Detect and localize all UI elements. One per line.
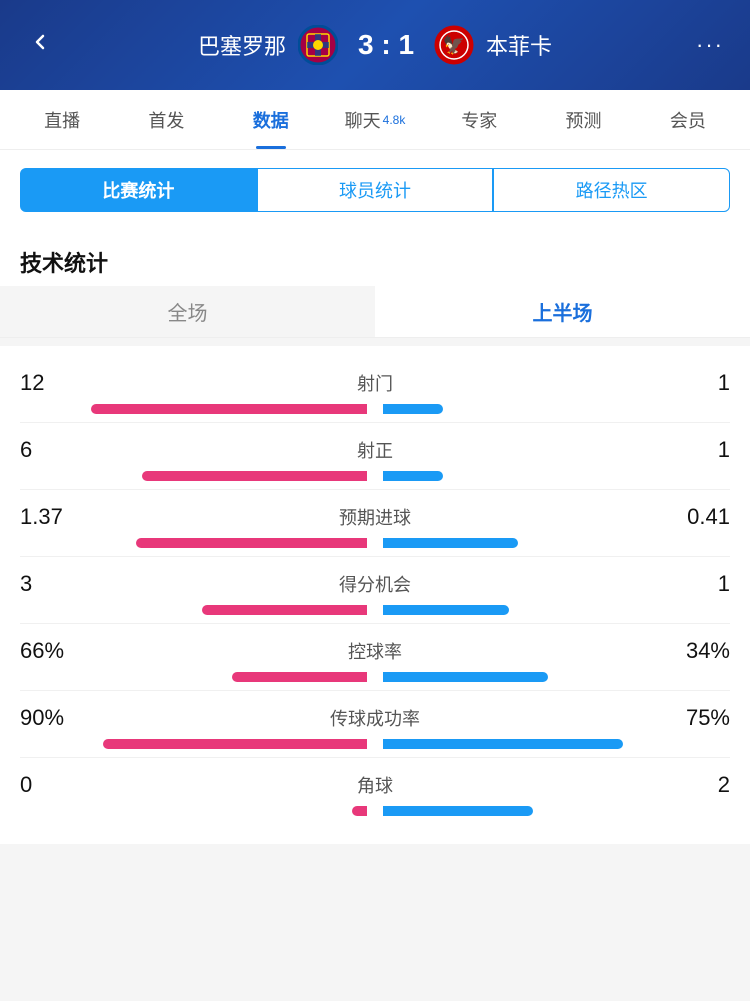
stat-left-value: 3 [20,571,80,597]
header: 巴塞罗那 3 : 1 🦅 本菲卡 ··· [0,0,750,90]
bar-left [232,672,367,682]
period-tab-first-half[interactable]: 上半场 [375,286,750,337]
stat-bars [20,672,730,682]
tab-live[interactable]: 直播 [10,90,114,149]
bar-right-wrap [383,739,730,749]
sub-tab-heatmap[interactable]: 路径热区 [493,168,730,212]
stat-right-value: 1 [670,571,730,597]
tab-expert[interactable]: 专家 [427,90,531,149]
tab-predict[interactable]: 预测 [531,90,635,149]
match-score: 3 : 1 [358,29,414,61]
stats-container: 12 射门 1 6 射正 1 [0,346,750,844]
bar-left [91,404,367,414]
bar-left-wrap [20,538,367,548]
stat-left-value: 66% [20,638,80,664]
stat-right-value: 0.41 [670,504,730,530]
bar-left-wrap [20,672,367,682]
tab-data[interactable]: 数据 [219,90,323,149]
stat-label: 射正 [80,437,670,463]
bar-left-wrap [20,471,367,481]
stat-left-value: 0 [20,772,80,798]
tab-lineup[interactable]: 首发 [114,90,218,149]
bar-left-wrap [20,605,367,615]
stat-row: 3 得分机会 1 [20,557,730,624]
stat-label: 角球 [80,772,670,798]
stat-right-value: 1 [670,437,730,463]
stat-right-value: 34% [670,638,730,664]
stat-left-value: 90% [20,705,80,731]
stat-row: 12 射门 1 [20,356,730,423]
team-left-logo [296,23,340,67]
stat-label: 传球成功率 [80,705,670,731]
stat-numbers: 12 射门 1 [20,370,730,396]
main-tab-bar: 直播 首发 数据 聊天4.8k 专家 预测 会员 [0,90,750,150]
bar-left-wrap [20,404,367,414]
bar-right [383,471,443,481]
sub-tab-player-stats[interactable]: 球员统计 [257,168,494,212]
team-right-name: 本菲卡 [486,29,552,61]
stat-left-value: 1.37 [20,504,80,530]
bar-left [136,538,367,548]
sub-tab-bar: 比赛统计 球员统计 路径热区 [0,150,750,230]
svg-text:🦅: 🦅 [443,34,465,55]
bar-right-wrap [383,672,730,682]
stat-numbers: 90% 传球成功率 75% [20,705,730,731]
period-tab-bar: 全场 上半场 [0,286,750,338]
stat-left-value: 12 [20,370,80,396]
tab-vip[interactable]: 会员 [636,90,740,149]
stat-numbers: 0 角球 2 [20,772,730,798]
bar-left-wrap [20,806,367,816]
stat-numbers: 66% 控球率 34% [20,638,730,664]
stat-bars [20,404,730,414]
bar-right [383,739,623,749]
stat-bars [20,605,730,615]
stat-bars [20,806,730,816]
stat-label: 预期进球 [80,504,670,530]
bar-right-wrap [383,471,730,481]
stat-right-value: 1 [670,370,730,396]
chat-badge: 4.8k [383,113,406,127]
stat-bars [20,538,730,548]
section-title: 技术统计 [0,230,750,286]
stat-label: 得分机会 [80,571,670,597]
stat-row: 0 角球 2 [20,758,730,824]
bar-left [202,605,367,615]
stat-right-value: 75% [670,705,730,731]
team-left-name: 巴塞罗那 [198,29,286,61]
bar-left [142,471,367,481]
stat-row: 1.37 预期进球 0.41 [20,490,730,557]
stat-bars [20,739,730,749]
stat-bars [20,471,730,481]
bar-right [383,404,443,414]
bar-right [383,605,509,615]
bar-right [383,672,548,682]
stat-row: 66% 控球率 34% [20,624,730,691]
bar-right-wrap [383,605,730,615]
tab-chat[interactable]: 聊天4.8k [323,90,427,149]
stat-numbers: 3 得分机会 1 [20,571,730,597]
bar-left [352,806,367,816]
stat-row: 6 射正 1 [20,423,730,490]
stat-label: 射门 [80,370,670,396]
sub-tab-match-stats[interactable]: 比赛统计 [20,168,257,212]
bar-right-wrap [383,404,730,414]
bar-right-wrap [383,538,730,548]
stat-left-value: 6 [20,437,80,463]
stat-numbers: 6 射正 1 [20,437,730,463]
back-button[interactable] [20,29,60,61]
bar-right [383,538,518,548]
stat-right-value: 2 [670,772,730,798]
bar-left-wrap [20,739,367,749]
stat-numbers: 1.37 预期进球 0.41 [20,504,730,530]
stat-label: 控球率 [80,638,670,664]
period-tab-full[interactable]: 全场 [0,286,375,337]
bar-right-wrap [383,806,730,816]
stat-row: 90% 传球成功率 75% [20,691,730,758]
bar-left [103,739,367,749]
bar-right [383,806,533,816]
team-right-logo: 🦅 [432,23,476,67]
match-info: 巴塞罗那 3 : 1 🦅 本菲卡 [60,23,690,67]
more-button[interactable]: ··· [690,32,730,58]
